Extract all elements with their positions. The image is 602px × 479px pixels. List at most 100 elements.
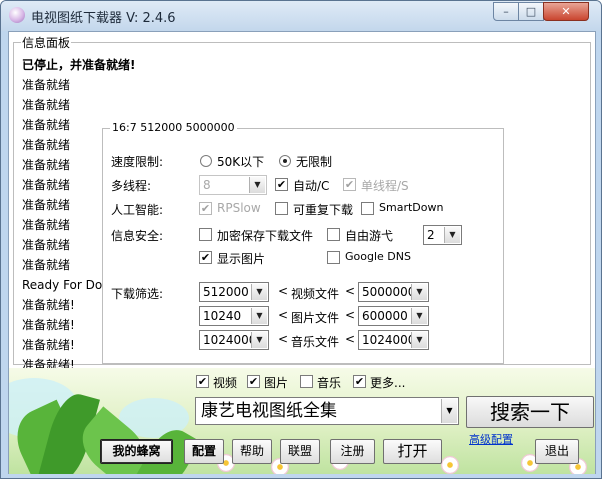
settings-panel: 16:7 512000 5000000 速度限制: 50K以下 无限制 多线程:…: [102, 121, 504, 364]
chevron-down-icon: ▼: [251, 308, 267, 324]
ai-label: 人工智能:: [111, 203, 164, 217]
less-than-sign: <: [278, 332, 289, 346]
log-list: 已停止，并准备就绪! 准备就绪 准备就绪 准备就绪 准备就绪 准备就绪 准备就绪…: [22, 55, 135, 375]
speed-limit-label: 速度限制:: [111, 155, 164, 169]
log-line: Ready For Down: [22, 278, 102, 292]
show-images-label[interactable]: 显示图片: [217, 250, 265, 267]
log-line: 准备就绪: [22, 138, 71, 152]
music-label[interactable]: 音乐: [317, 374, 341, 391]
audio-min-value: 1024000: [203, 333, 257, 347]
minimize-button[interactable]: –: [493, 2, 519, 21]
chevron-down-icon: ▼: [251, 332, 267, 348]
catalog-value: 康艺电视图纸全集: [201, 401, 337, 421]
search-button[interactable]: 搜索一下: [466, 396, 594, 428]
log-line: 准备就绪: [22, 78, 71, 92]
smartdown-label[interactable]: SmartDown: [379, 201, 443, 214]
google-dns-checkbox[interactable]: [327, 251, 340, 264]
free-travel-label[interactable]: 自由游弋: [345, 227, 393, 244]
video-min-select[interactable]: 512000 ▼: [199, 282, 269, 302]
image-max-select[interactable]: 600000 ▼: [358, 306, 429, 326]
log-line: 已停止，并准备就绪!: [22, 58, 136, 72]
music-checkbox[interactable]: [300, 375, 313, 388]
log-line: 准备就绪!: [22, 338, 75, 352]
log-line: 准备就绪!: [22, 298, 75, 312]
log-line: 准备就绪: [22, 238, 71, 252]
google-dns-label[interactable]: Google DNS: [345, 250, 411, 263]
app-window: 电视图纸下载器 V: 2.4.6 – □ ✕ 信息面板 已停止，并准备就绪! 准…: [0, 0, 602, 479]
video-min-value: 512000: [203, 285, 249, 299]
chevron-down-icon: ▼: [411, 284, 427, 300]
log-line: 准备就绪: [22, 178, 71, 192]
video-max-select[interactable]: 5000000 ▼: [358, 282, 429, 302]
maximize-button[interactable]: □: [518, 2, 544, 21]
image-min-select[interactable]: 10240 ▼: [199, 306, 269, 326]
settings-legend: 16:7 512000 5000000: [110, 121, 237, 134]
info-panel-legend: 信息面板: [21, 34, 72, 51]
less-than-sign: <: [345, 332, 356, 346]
log-line: 准备就绪: [22, 158, 71, 172]
image-checkbox[interactable]: ✔: [247, 375, 260, 388]
auto-c-label[interactable]: 自动/C: [293, 177, 329, 194]
repeat-download-label[interactable]: 可重复下载: [293, 201, 353, 218]
speed-unlimited-label[interactable]: 无限制: [296, 153, 332, 170]
log-line: 准备就绪!: [22, 318, 75, 332]
chevron-down-icon: ▼: [411, 332, 427, 348]
chevron-down-icon: ▼: [444, 227, 460, 243]
less-than-sign: <: [278, 308, 289, 322]
exit-button[interactable]: 退出: [535, 439, 579, 464]
help-button[interactable]: 帮助: [232, 439, 272, 464]
download-filter-label: 下载筛选:: [111, 287, 164, 301]
catalog-select[interactable]: 康艺电视图纸全集 ▼: [195, 397, 459, 425]
free-travel-checkbox[interactable]: [327, 228, 340, 241]
image-min-value: 10240: [203, 309, 242, 323]
more-label[interactable]: 更多...: [370, 374, 405, 391]
speed-50k-label[interactable]: 50K以下: [217, 153, 264, 170]
auto-c-checkbox[interactable]: ✔: [275, 178, 288, 191]
log-line: 准备就绪: [22, 98, 71, 112]
audio-file-label: 音乐文件: [291, 335, 340, 349]
single-thread-label[interactable]: 单线程/S: [361, 177, 409, 194]
chevron-down-icon: ▼: [249, 177, 265, 193]
travel-count-select[interactable]: 2 ▼: [423, 225, 462, 245]
single-thread-checkbox[interactable]: ✔: [343, 178, 356, 191]
video-label[interactable]: 视频: [213, 374, 237, 391]
video-max-value: 5000000: [362, 285, 416, 299]
log-line: 准备就绪: [22, 118, 71, 132]
rpslow-checkbox[interactable]: ✔: [199, 202, 212, 215]
rpslow-label[interactable]: RPSlow: [217, 201, 261, 215]
log-line: 准备就绪: [22, 198, 71, 212]
smartdown-checkbox[interactable]: [361, 202, 374, 215]
less-than-sign: <: [278, 284, 289, 298]
security-label: 信息安全:: [111, 229, 164, 243]
video-file-label: 视频文件: [291, 287, 340, 301]
chevron-down-icon: ▼: [411, 308, 427, 324]
repeat-download-checkbox[interactable]: [275, 202, 288, 215]
audio-min-select[interactable]: 1024000 ▼: [199, 330, 269, 350]
title-bar[interactable]: 电视图纸下载器 V: 2.4.6 – □ ✕: [1, 1, 601, 31]
chevron-down-icon: ▼: [251, 284, 267, 300]
speed-unlimited-radio[interactable]: [279, 155, 291, 167]
encrypt-save-label[interactable]: 加密保存下载文件: [217, 227, 313, 244]
image-label[interactable]: 图片: [264, 374, 288, 391]
advanced-config-link[interactable]: 高级配置: [469, 431, 513, 447]
image-file-label: 图片文件: [291, 311, 340, 325]
audio-max-select[interactable]: 10240000 ▼: [358, 330, 429, 350]
show-images-checkbox[interactable]: ✔: [199, 251, 212, 264]
config-button[interactable]: 配置: [184, 439, 224, 464]
image-max-value: 600000: [362, 309, 408, 323]
open-button[interactable]: 打开: [383, 439, 442, 464]
close-button[interactable]: ✕: [543, 2, 589, 21]
register-button[interactable]: 注册: [330, 439, 375, 464]
chevron-down-icon: ▼: [441, 399, 457, 423]
more-checkbox[interactable]: ✔: [353, 375, 366, 388]
thread-count-select[interactable]: 8 ▼: [199, 175, 267, 195]
encrypt-save-checkbox[interactable]: [199, 228, 212, 241]
video-checkbox[interactable]: ✔: [196, 375, 209, 388]
log-line: 准备就绪: [22, 258, 71, 272]
app-icon: [9, 7, 25, 23]
less-than-sign: <: [345, 308, 356, 322]
alliance-button[interactable]: 联盟: [280, 439, 320, 464]
my-hive-button[interactable]: 我的蜂窝: [100, 439, 173, 464]
flower-icon: [441, 456, 459, 474]
speed-50k-radio[interactable]: [200, 155, 212, 167]
